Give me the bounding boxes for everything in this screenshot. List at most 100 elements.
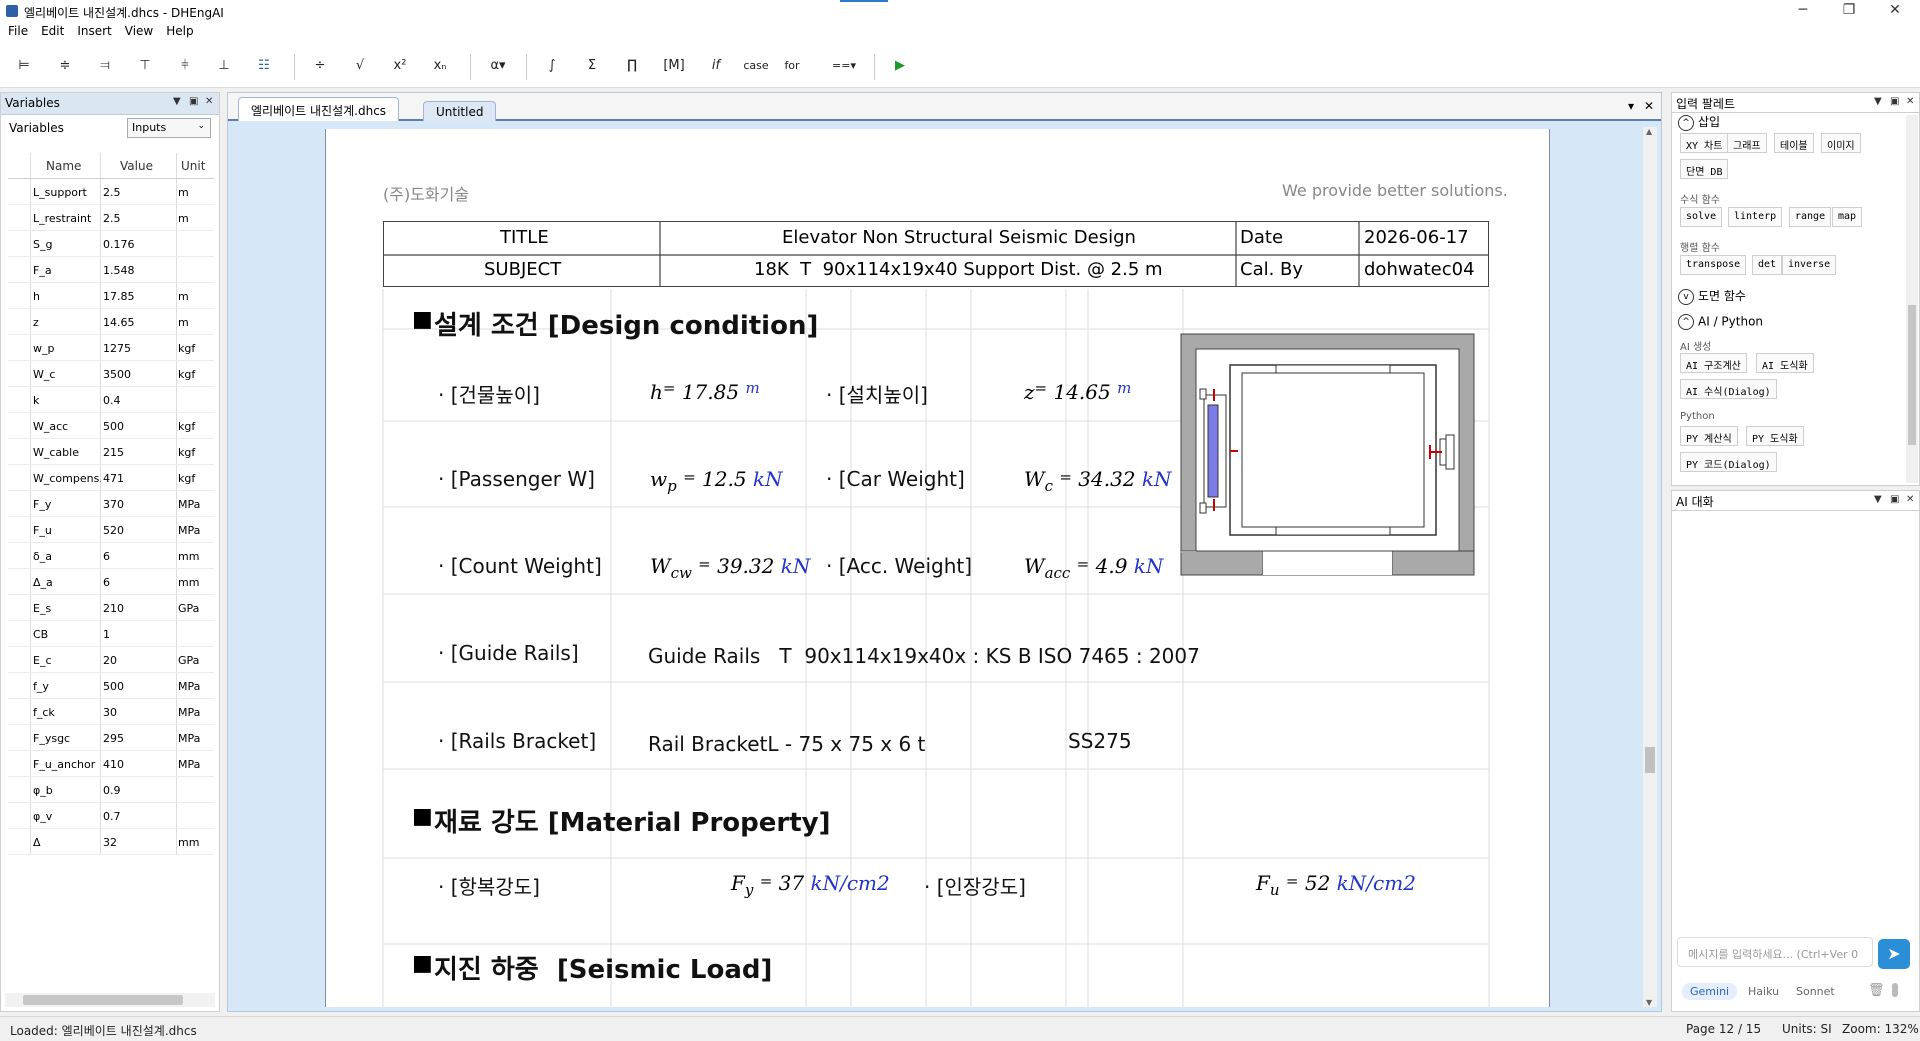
align-right-icon[interactable]: ⫤ — [93, 54, 117, 78]
menu-edit[interactable]: Edit — [33, 22, 69, 38]
palette-section-drawing[interactable]: v 도면 함수 — [1678, 287, 1746, 305]
case-button[interactable]: case — [740, 54, 772, 78]
column-header-unit[interactable]: Unit — [181, 159, 205, 173]
tab-list-icon[interactable]: ▾ — [1628, 99, 1634, 113]
tab-elevator-doc[interactable]: 엘리베이트 내진설계.dhcs — [238, 97, 400, 121]
panel-menu-icon[interactable]: ▼ — [173, 96, 181, 107]
variable-row[interactable]: W_compens. 471 kgf — [8, 465, 214, 491]
document-page[interactable]: (주)도화기술 We provide better solutions. TIT… — [325, 129, 1550, 1007]
run-icon[interactable]: ▶ — [888, 54, 912, 78]
minimize-button[interactable]: ─ — [1780, 0, 1826, 22]
variable-row[interactable]: W_acc 500 kgf — [8, 413, 214, 439]
xy-chart-button[interactable]: XY 차트 — [1680, 133, 1729, 153]
graph-button[interactable]: 그래프 — [1727, 133, 1767, 153]
table-button[interactable]: 테이블 — [1774, 133, 1814, 153]
grid-layout-icon[interactable]: ☷ — [252, 54, 276, 78]
transpose-button[interactable]: transpose — [1680, 255, 1747, 275]
palette-section-ai-python[interactable]: ^ AI / Python — [1678, 314, 1763, 330]
vertical-scrollbar[interactable]: ▲ ▼ — [1643, 127, 1657, 1007]
align-left-icon[interactable]: ⊨ — [12, 54, 36, 78]
variable-row[interactable]: f_ck 30 MPa — [8, 699, 214, 725]
scrollbar-thumb[interactable] — [1908, 305, 1916, 445]
divide-button[interactable]: ÷ — [308, 54, 332, 78]
pin-icon[interactable]: ▣ — [1890, 96, 1899, 107]
chat-message-input[interactable]: 메시지를 입력하세요... (Ctrl+Ver 0 — [1677, 937, 1873, 967]
send-icon[interactable]: ➤ — [1878, 939, 1910, 969]
menu-view[interactable]: View — [117, 22, 158, 38]
solve-button[interactable]: solve — [1680, 207, 1723, 227]
model-sonnet[interactable]: Sonnet — [1796, 985, 1835, 998]
det-button[interactable]: det — [1752, 255, 1783, 275]
pin-icon[interactable]: ▣ — [1890, 494, 1899, 505]
panel-close-icon[interactable]: ✕ — [1906, 96, 1914, 107]
range-button[interactable]: range — [1789, 207, 1832, 227]
py-diagram-button[interactable]: PY 도식화 — [1746, 426, 1804, 446]
close-button[interactable]: ✕ — [1872, 0, 1918, 22]
column-header-name[interactable]: Name — [46, 159, 81, 173]
variable-row[interactable]: S_g 0.176 — [8, 231, 214, 257]
menu-help[interactable]: Help — [158, 22, 198, 38]
align-middle-icon[interactable]: ⫩ — [173, 54, 197, 78]
panel-close-icon[interactable]: ✕ — [1906, 494, 1914, 505]
variable-row[interactable]: L_restraint 2.5 m — [8, 205, 214, 231]
linterp-button[interactable]: linterp — [1728, 207, 1783, 227]
variable-row[interactable]: F_y 370 MPa — [8, 491, 214, 517]
if-button[interactable]: if — [704, 54, 728, 78]
compare-dropdown[interactable]: ==▾ — [826, 54, 862, 78]
ai-formula-dialog-button[interactable]: AI 수식(Dialog) — [1680, 379, 1777, 399]
variable-row[interactable]: F_ysgc 295 MPa — [8, 725, 214, 751]
integral-button[interactable]: ∫ — [540, 54, 564, 78]
greek-dropdown[interactable]: α▾ — [482, 54, 514, 78]
map-button[interactable]: map — [1832, 207, 1863, 227]
subscript-button[interactable]: xₙ — [428, 54, 452, 78]
variable-row[interactable]: φ_b 0.9 — [8, 777, 214, 803]
matrix-button[interactable]: [M] — [660, 54, 688, 78]
image-button[interactable]: 이미지 — [1821, 133, 1861, 153]
variable-row[interactable]: CB 1 — [8, 621, 214, 647]
model-haiku[interactable]: Haiku — [1748, 985, 1779, 998]
variable-row[interactable]: Δ_a 6 mm — [8, 569, 214, 595]
variable-row[interactable]: F_u_anchor 410 MPa — [8, 751, 214, 777]
power-button[interactable]: x² — [388, 54, 412, 78]
product-button[interactable]: ∏ — [620, 54, 644, 78]
model-gemini[interactable]: Gemini — [1682, 983, 1738, 1000]
for-button[interactable]: for — [780, 54, 804, 78]
ai-diagram-button[interactable]: AI 도식화 — [1756, 353, 1814, 373]
scroll-up-icon[interactable]: ▲ — [1646, 127, 1652, 136]
maximize-button[interactable]: ❐ — [1826, 0, 1872, 22]
variable-row[interactable]: φ_v 0.7 — [8, 803, 214, 829]
variables-filter-select[interactable]: Inputs ⌄ — [127, 118, 211, 138]
menu-insert[interactable]: Insert — [69, 22, 116, 38]
trash-icon[interactable]: 🗑 — [1868, 983, 1885, 998]
variable-row[interactable]: W_cable 215 kgf — [8, 439, 214, 465]
align-center-icon[interactable]: ≑ — [53, 54, 77, 78]
panel-close-icon[interactable]: ✕ — [205, 96, 213, 107]
menu-file[interactable]: File — [0, 22, 33, 38]
variable-row[interactable]: W_c 3500 kgf — [8, 361, 214, 387]
align-bottom-icon[interactable]: ⊥ — [212, 54, 236, 78]
scrollbar-thumb[interactable] — [1645, 747, 1655, 773]
section-db-button[interactable]: 단면 DB — [1680, 159, 1729, 179]
palette-section-insert[interactable]: ^ 삽입 — [1678, 113, 1720, 131]
microphone-icon[interactable] — [1892, 983, 1898, 997]
palette-scrollbar[interactable] — [1906, 115, 1918, 483]
sqrt-button[interactable]: √ — [348, 54, 372, 78]
inverse-button[interactable]: inverse — [1782, 255, 1837, 275]
variable-row[interactable]: h 17.85 m — [8, 283, 214, 309]
py-calc-button[interactable]: PY 계산식 — [1680, 426, 1738, 446]
variable-row[interactable]: E_c 20 GPa — [8, 647, 214, 673]
variable-row[interactable]: f_y 500 MPa — [8, 673, 214, 699]
variable-row[interactable]: δ_a 6 mm — [8, 543, 214, 569]
pin-icon[interactable]: ▣ — [189, 96, 198, 107]
sum-button[interactable]: Σ — [580, 54, 604, 78]
py-code-dialog-button[interactable]: PY 코드(Dialog) — [1680, 452, 1777, 472]
variable-row[interactable]: w_p 1275 kgf — [8, 335, 214, 361]
horizontal-scrollbar[interactable] — [5, 993, 215, 1007]
variable-row[interactable]: E_s 210 GPa — [8, 595, 214, 621]
variable-row[interactable]: F_u 520 MPa — [8, 517, 214, 543]
variable-row[interactable]: k 0.4 — [8, 387, 214, 413]
panel-menu-icon[interactable]: ▼ — [1874, 96, 1882, 107]
ai-structural-calc-button[interactable]: AI 구조계산 — [1680, 353, 1747, 373]
tab-close-icon[interactable]: ✕ — [1644, 99, 1654, 113]
variable-row[interactable]: F_a 1.548 — [8, 257, 214, 283]
